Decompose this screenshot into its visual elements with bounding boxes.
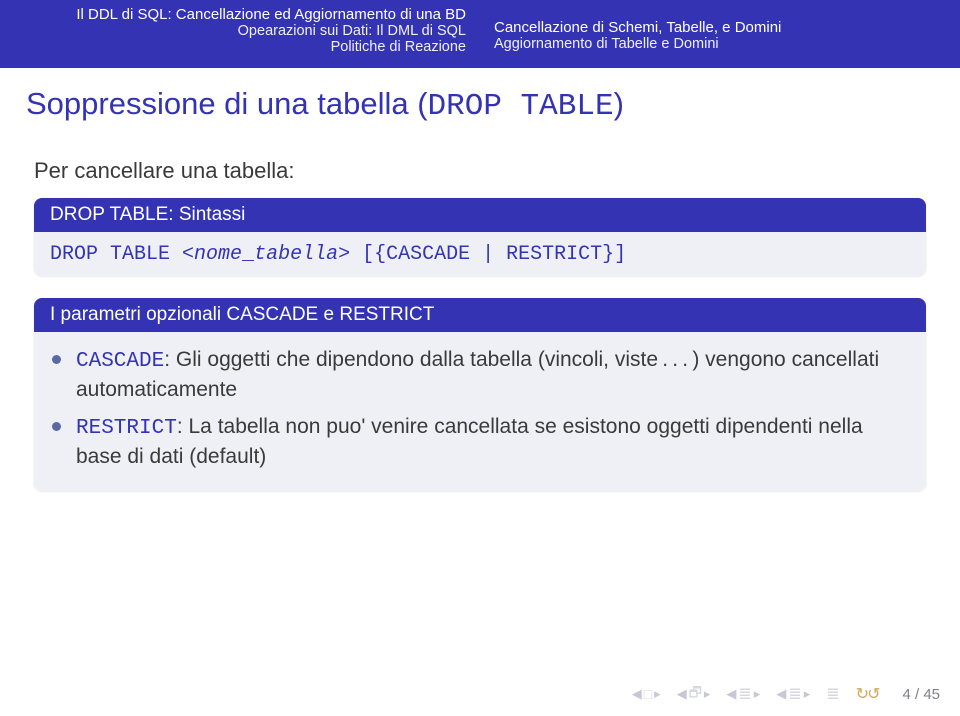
slide-content: Per cancellare una tabella: DROP TABLE: … (0, 134, 960, 491)
nav-presentation-icon[interactable]: ≣ (826, 684, 839, 704)
syntax-sep: _ (242, 243, 254, 266)
header-left-nav: Il DDL di SQL: Cancellazione ed Aggiorna… (0, 0, 480, 68)
outline-section-1[interactable]: Il DDL di SQL: Cancellazione ed Aggiorna… (10, 6, 466, 23)
outline-subsection-2[interactable]: Aggiornamento di Tabelle e Domini (494, 36, 950, 52)
syntax-arg-close: tabella> (254, 243, 350, 266)
title-prefix: Soppressione di una tabella ( (26, 86, 428, 121)
outline-section-2[interactable]: Opearazioni sui Dati: Il DML di SQL (10, 23, 466, 39)
param-cascade-code: CASCADE (76, 350, 164, 373)
header-right-nav: Cancellazione di Schemi, Tabelle, e Domi… (480, 0, 960, 68)
syntax-keyword: DROP TABLE (50, 243, 182, 266)
nav-next-slide-button[interactable]: ◀≣▸ (776, 684, 810, 704)
nav-refresh-icon[interactable]: ↻↺ (856, 684, 879, 704)
syntax-block: DROP TABLE: Sintassi DROP TABLE <nome_ta… (34, 198, 926, 276)
param-restrict-code: RESTRICT (76, 417, 177, 440)
nav-prev-section-button[interactable]: ◀🗗▸ (677, 682, 711, 706)
page-counter: 4 / 45 (902, 686, 940, 703)
title-suffix: ) (614, 86, 624, 121)
syntax-block-title: DROP TABLE: Sintassi (34, 198, 926, 232)
syntax-block-body: DROP TABLE <nome_tabella> [{CASCADE | RE… (34, 232, 926, 276)
syntax-options: [{CASCADE | RESTRICT}] (350, 243, 626, 266)
slide-footer-nav: ◀□▸ ◀🗗▸ ◀≣▸ ◀≣▸ ≣ ↻↺ 4 / 45 (632, 682, 940, 706)
param-restrict-text: : La tabella non puo' venire cancellata … (76, 415, 863, 468)
param-cascade-text: : Gli oggetti che dipendono dalla tabell… (76, 348, 879, 401)
outline-subsection-1[interactable]: Cancellazione di Schemi, Tabelle, e Domi… (494, 19, 950, 36)
intro-text: Per cancellare una tabella: (34, 158, 926, 184)
syntax-arg-open: <nome (182, 243, 242, 266)
title-code: DROP TABLE (428, 89, 614, 124)
params-list: CASCADE: Gli oggetti che dipendono dalla… (40, 338, 920, 485)
frame-title: Soppressione di una tabella (DROP TABLE) (0, 68, 960, 134)
slide-header: Il DDL di SQL: Cancellazione ed Aggiorna… (0, 0, 960, 68)
nav-first-button[interactable]: ◀□▸ (632, 686, 661, 702)
params-block: I parametri opzionali CASCADE e RESTRICT… (34, 298, 926, 491)
nav-prev-slide-button[interactable]: ◀≣▸ (726, 684, 760, 704)
params-block-body: CASCADE: Gli oggetti che dipendono dalla… (34, 332, 926, 491)
params-block-title: I parametri opzionali CASCADE e RESTRICT (34, 298, 926, 332)
outline-section-3[interactable]: Politiche di Reazione (10, 39, 466, 55)
list-item: CASCADE: Gli oggetti che dipendono dalla… (46, 342, 910, 409)
list-item: RESTRICT: La tabella non puo' venire can… (46, 409, 910, 476)
beamer-nav-icons: ◀□▸ ◀🗗▸ ◀≣▸ ◀≣▸ ≣ ↻↺ (632, 682, 879, 706)
